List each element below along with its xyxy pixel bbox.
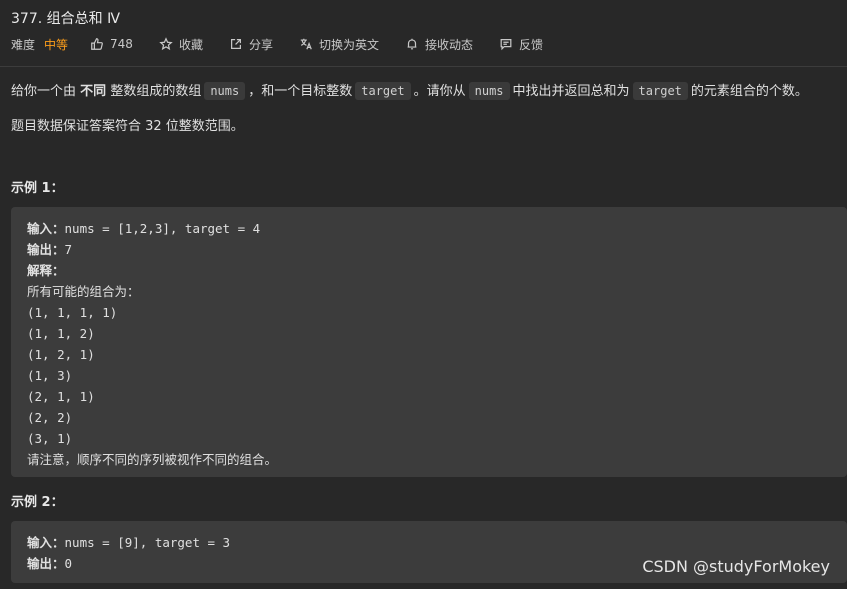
combo-line: (2, 2) (27, 410, 73, 425)
code-nums: nums (204, 82, 246, 100)
description-paragraph: 给你一个由 不同 整数组成的数组 nums ，和一个目标整数 target 。请你从 nu… (11, 80, 808, 103)
thumbs-up-icon (91, 38, 103, 50)
output-value: 7 (64, 242, 73, 257)
like-count: 748 (110, 37, 133, 51)
feedback-icon (500, 39, 512, 51)
problem-meta-bar: 难度 中等 748 收藏 分享 切换为英文 接收动态 反馈 (11, 35, 569, 53)
share-icon (230, 39, 241, 49)
example-1-explain: 解释： (27, 260, 847, 281)
difficulty-label: 难度 (11, 37, 36, 52)
combo-line: (1, 1, 1, 1) (27, 305, 118, 320)
combo-line: (1, 1, 2) (27, 326, 95, 341)
input-value: nums = [9], target = 3 (64, 535, 231, 550)
difficulty-badge: 中等 (44, 37, 69, 52)
combo-line: (3, 1) (27, 431, 73, 446)
share-label: 分享 (248, 37, 273, 52)
input-label: 输入： (27, 535, 65, 550)
bell-icon (407, 38, 417, 50)
star-icon (159, 37, 173, 51)
favorite-label: 收藏 (178, 37, 203, 52)
example-2-input: 输入：nums = [9], target = 3 (27, 532, 847, 553)
input-value: nums = [1,2,3], target = 4 (64, 221, 261, 236)
csdn-watermark: CSDN @studyForMokey (642, 557, 830, 576)
output-label: 输出： (27, 556, 65, 571)
example-1-note: 请注意，顺序不同的序列被视作不同的组合。 (27, 452, 278, 467)
desc-emphasis: 不同 (80, 84, 107, 99)
combo-line: (1, 2, 1) (27, 347, 95, 362)
subscribe-label: 接收动态 (424, 37, 473, 52)
like-button[interactable]: 748 (90, 37, 133, 51)
example-1-explain-intro: 所有可能的组合为： (27, 284, 140, 299)
input-label: 输入： (27, 221, 65, 236)
code-target: target (355, 82, 411, 100)
subscribe-button[interactable]: 接收动态 (405, 36, 473, 53)
example-1-heading: 示例 1： (11, 181, 64, 196)
desc-text: 中找出并返回总和为 (512, 84, 630, 99)
explain-label: 解释： (27, 263, 65, 278)
code-nums: nums (468, 82, 510, 100)
difficulty-indicator: 难度 中等 (11, 36, 68, 53)
translate-label: 切换为英文 (318, 37, 379, 52)
desc-text: 的元素组合的个数。 (690, 84, 808, 99)
desc-text: 给你一个由 (11, 84, 77, 99)
desc-text: 整数组成的数组 (110, 84, 202, 99)
example-2-heading: 示例 2： (11, 495, 64, 510)
code-target: target (632, 82, 688, 100)
share-button[interactable]: 分享 (229, 36, 273, 53)
translate-button[interactable]: 切换为英文 (299, 36, 379, 53)
favorite-button[interactable]: 收藏 (159, 36, 203, 53)
output-label: 输出： (27, 242, 65, 257)
constraint-paragraph: 题目数据保证答案符合 32 位整数范围。 (11, 119, 244, 134)
feedback-label: 反馈 (519, 37, 544, 52)
example-1-code-block: 输入：nums = [1,2,3], target = 4 输出：7 解释： 所… (11, 207, 847, 477)
feedback-button[interactable]: 反馈 (499, 36, 543, 53)
problem-title: 377. 组合总和 Ⅳ (11, 11, 120, 27)
combo-line: (1, 3) (27, 368, 73, 383)
output-value: 0 (64, 556, 73, 571)
translate-icon (300, 38, 312, 50)
example-1-output: 输出：7 (27, 239, 847, 260)
example-1-input: 输入：nums = [1,2,3], target = 4 (27, 218, 847, 239)
combo-line: (2, 1, 1) (27, 389, 95, 404)
desc-text: 。请你从 (413, 84, 466, 99)
header-divider (0, 66, 847, 67)
desc-text: ，和一个目标整数 (248, 84, 353, 99)
